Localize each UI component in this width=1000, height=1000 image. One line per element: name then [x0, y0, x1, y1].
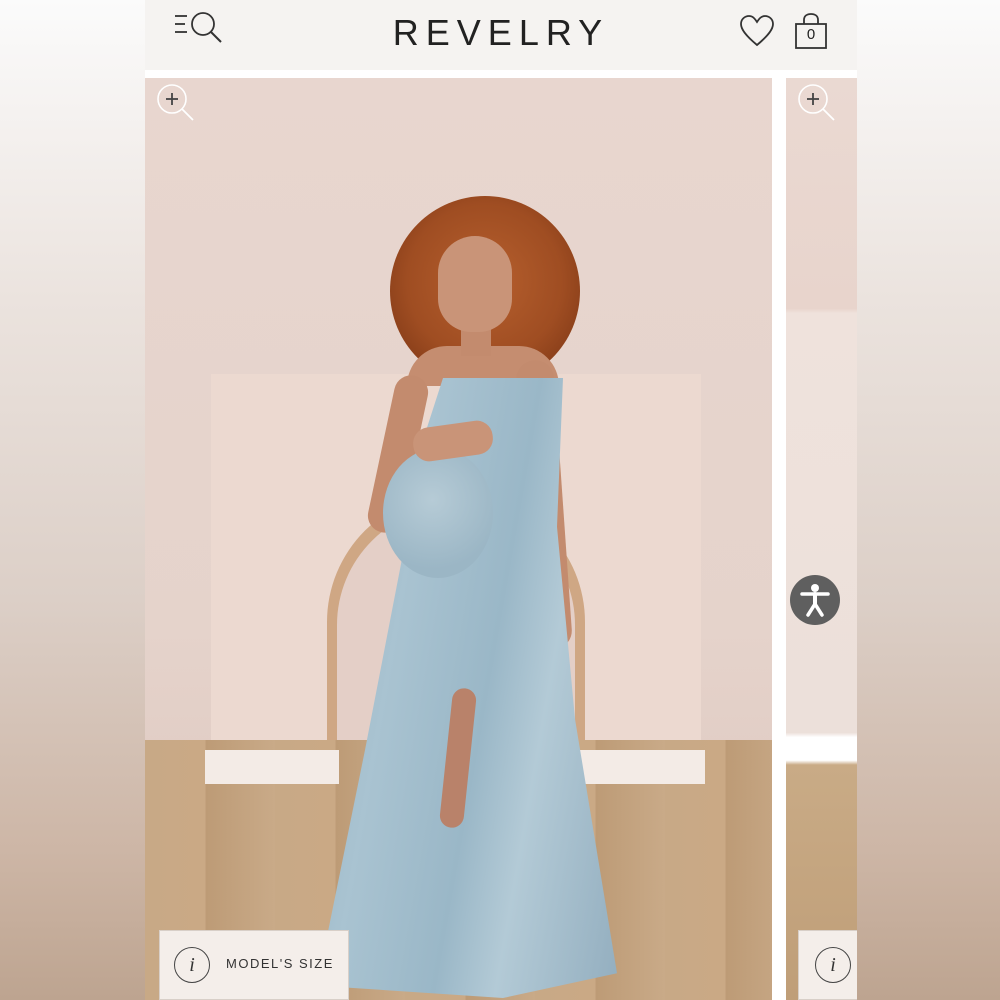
plinth-left	[205, 750, 339, 784]
mobile-app-frame: REVELRY 0 i MODEL'S SIZE i	[145, 0, 857, 1000]
zoom-in-icon[interactable]	[796, 82, 836, 122]
shopping-bag-button[interactable]: 0	[793, 12, 829, 50]
product-image-main[interactable]: i MODEL'S SIZE	[145, 78, 772, 1000]
blurred-background-left	[0, 0, 145, 1000]
info-icon: i	[174, 947, 210, 983]
site-header: REVELRY 0	[145, 0, 857, 70]
heart-icon[interactable]	[739, 14, 775, 48]
model-face	[438, 236, 512, 332]
models-size-button[interactable]: i MODEL'S SIZE	[159, 930, 349, 1000]
bag-count-badge: 0	[806, 26, 816, 43]
zoom-in-icon[interactable]	[155, 82, 195, 122]
slide-gap	[772, 70, 786, 1000]
accessibility-icon[interactable]	[790, 575, 840, 625]
models-size-button-next[interactable]: i	[798, 930, 857, 1000]
models-size-label: MODEL'S SIZE	[226, 956, 334, 971]
gown-bodice	[383, 448, 493, 578]
plinth-right	[575, 750, 705, 784]
info-icon: i	[815, 947, 851, 983]
blurred-background-right	[857, 0, 1000, 1000]
product-image-next[interactable]: i	[786, 78, 857, 1000]
